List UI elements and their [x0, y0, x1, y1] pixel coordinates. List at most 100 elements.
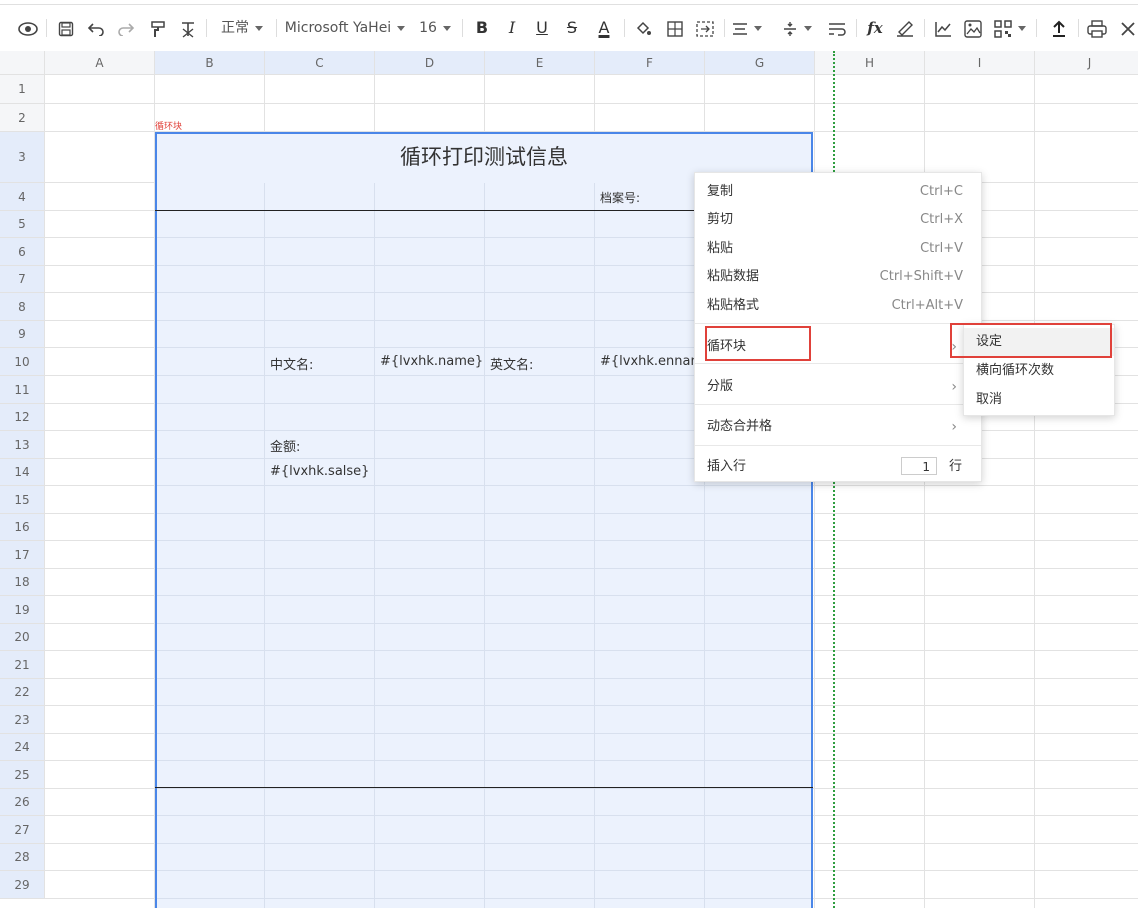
row-header[interactable]: 29	[0, 871, 45, 899]
italic-button[interactable]: I	[500, 13, 524, 43]
toolbar-divider	[1036, 19, 1037, 37]
column-header[interactable]: C	[265, 51, 375, 75]
column-header[interactable]: A	[45, 51, 155, 75]
row-header[interactable]: 28	[0, 844, 45, 871]
toolbar-divider	[462, 19, 463, 37]
align-icon[interactable]	[730, 13, 764, 43]
row-header[interactable]: 19	[0, 596, 45, 624]
column-header[interactable]: H	[815, 51, 925, 75]
menu-item-cut[interactable]: 剪切 Ctrl+X	[695, 206, 981, 234]
submenu-item-horizontal-count[interactable]: 横向循环次数	[964, 357, 1114, 385]
row-header[interactable]: 4	[0, 183, 45, 211]
chevron-down-icon	[397, 25, 406, 31]
row-header[interactable]: 27	[0, 816, 45, 844]
row-header[interactable]: 12	[0, 404, 45, 431]
toolbar-divider	[724, 19, 725, 37]
submenu-item-label: 取消	[976, 392, 1003, 407]
preview-eye-icon[interactable]	[16, 13, 40, 43]
row-header[interactable]: 9	[0, 321, 45, 348]
row-header[interactable]: 26	[0, 789, 45, 816]
row-header[interactable]: 15	[0, 486, 45, 514]
row-header[interactable]: 17	[0, 541, 45, 569]
row-header[interactable]: 25	[0, 761, 45, 789]
row-header[interactable]: 18	[0, 569, 45, 596]
column-header[interactable]: B	[155, 51, 265, 75]
font-color-button[interactable]: A	[590, 13, 618, 43]
row-header[interactable]: 7	[0, 266, 45, 293]
toolbar-divider	[924, 19, 925, 37]
vertical-align-icon[interactable]	[780, 13, 814, 43]
row-header[interactable]: 22	[0, 679, 45, 706]
row-header[interactable]: 16	[0, 514, 45, 541]
merge-cells-icon[interactable]	[692, 13, 718, 43]
row-header[interactable]: 3	[0, 132, 45, 183]
clear-format-icon[interactable]	[176, 13, 200, 43]
row-header[interactable]: 13	[0, 431, 45, 459]
row-header[interactable]: 1	[0, 75, 45, 104]
column-header[interactable]: D	[375, 51, 485, 75]
toolbar-divider	[1078, 19, 1079, 37]
row-header[interactable]: 10	[0, 348, 45, 376]
save-icon[interactable]	[54, 13, 78, 43]
formula-button[interactable]: fx	[862, 13, 888, 43]
cn-name-value: #{lvxhk.name}	[380, 354, 484, 369]
menu-item-shortcut: Ctrl+Shift+V	[879, 269, 963, 284]
print-icon[interactable]	[1084, 13, 1110, 43]
row-header[interactable]: 14	[0, 459, 45, 486]
amount-value: #{lvxhk.salse}	[270, 464, 370, 479]
row-header[interactable]: 20	[0, 624, 45, 651]
column-header[interactable]: G	[705, 51, 815, 75]
chevron-right-icon: ›	[951, 379, 957, 395]
strikethrough-button[interactable]: S	[560, 13, 584, 43]
loop-block-highlight	[705, 326, 811, 361]
sign-icon[interactable]	[892, 13, 918, 43]
menu-item-dynamic-merge[interactable]: 动态合并格 ›	[695, 413, 981, 441]
image-icon[interactable]	[960, 13, 986, 43]
redo-icon[interactable]	[114, 13, 138, 43]
style-select[interactable]: 正常	[214, 13, 270, 43]
row-header[interactable]: 24	[0, 734, 45, 761]
qrcode-icon[interactable]	[990, 13, 1030, 43]
column-header[interactable]: F	[595, 51, 705, 75]
row-header[interactable]: 11	[0, 376, 45, 404]
row-header[interactable]: 23	[0, 706, 45, 734]
wrap-text-icon[interactable]	[824, 13, 850, 43]
chevron-down-icon	[754, 26, 762, 31]
font-family-select[interactable]: Microsoft YaHei	[282, 13, 408, 43]
menu-item-copy[interactable]: 复制 Ctrl+C	[695, 178, 981, 206]
format-painter-icon[interactable]	[146, 13, 170, 43]
menu-item-paste-data[interactable]: 粘贴数据 Ctrl+Shift+V	[695, 263, 981, 291]
selection-row-line	[157, 485, 811, 486]
upload-icon[interactable]	[1046, 13, 1072, 43]
chart-icon[interactable]	[930, 13, 956, 43]
selection-row-line	[157, 650, 811, 651]
archive-label: 档案号:	[600, 191, 641, 205]
chevron-down-icon	[804, 26, 812, 31]
underline-button[interactable]: U	[530, 13, 554, 43]
column-header[interactable]: E	[485, 51, 595, 75]
chevron-down-icon	[1018, 26, 1026, 31]
submenu-item-label: 横向循环次数	[976, 363, 1055, 378]
selection-row-line	[157, 623, 811, 624]
row-header[interactable]: 6	[0, 238, 45, 266]
grid-corner[interactable]	[0, 51, 45, 75]
undo-icon[interactable]	[84, 13, 108, 43]
menu-item-paste-format[interactable]: 粘贴格式 Ctrl+Alt+V	[695, 292, 981, 320]
close-icon[interactable]	[1118, 13, 1138, 43]
fill-color-icon[interactable]	[630, 13, 656, 43]
row-header[interactable]: 2	[0, 104, 45, 132]
row-header[interactable]: 8	[0, 293, 45, 321]
insert-row-count-input[interactable]: 1	[901, 457, 937, 475]
submenu-item-cancel[interactable]: 取消	[964, 386, 1114, 414]
selection-row-line	[157, 595, 811, 596]
border-icon[interactable]	[662, 13, 688, 43]
column-header[interactable]: J	[1035, 51, 1138, 75]
row-header[interactable]: 5	[0, 211, 45, 238]
font-size-select[interactable]: 16	[414, 13, 456, 43]
row-header[interactable]: 21	[0, 651, 45, 679]
column-header[interactable]: I	[925, 51, 1035, 75]
bold-button[interactable]: B	[470, 13, 494, 43]
menu-item-pagination[interactable]: 分版 ›	[695, 373, 981, 401]
style-select-value: 正常	[221, 20, 249, 36]
menu-item-paste[interactable]: 粘贴 Ctrl+V	[695, 235, 981, 263]
